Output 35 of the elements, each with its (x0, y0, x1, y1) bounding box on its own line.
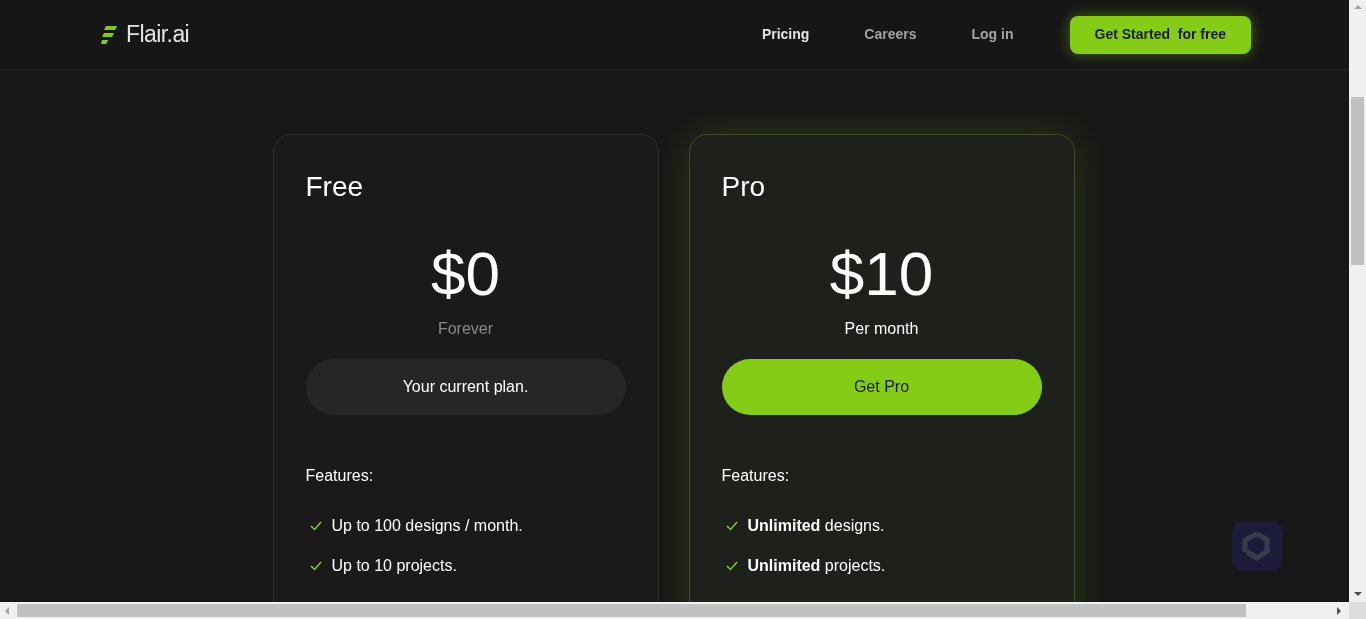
swirl-icon (1241, 530, 1273, 562)
plan-button[interactable]: Your current plan. (305, 359, 626, 415)
feature-text: Up to 100 designs / month. (331, 516, 523, 536)
feature-text: Unlimited projects. (747, 556, 886, 576)
get-started-button[interactable]: Get Started for free (1069, 15, 1251, 54)
nav-link[interactable]: Pricing (761, 24, 810, 45)
plan-name: Free (305, 171, 365, 203)
check-icon (309, 561, 322, 571)
plan-button[interactable]: Get Pro (721, 359, 1042, 415)
scroll-up-icon[interactable] (1353, 5, 1362, 9)
check-icon (725, 521, 738, 531)
plan-name: Pro (721, 171, 767, 203)
chat-widget-button[interactable] (1232, 521, 1282, 571)
plan-price: $10 (828, 241, 935, 307)
logo-text[interactable]: Flair.ai (126, 17, 190, 52)
scrollbar-corner (1349, 602, 1366, 619)
vertical-scrollbar[interactable] (1349, 0, 1366, 602)
features-heading: Features: (721, 466, 791, 486)
check-icon (725, 561, 738, 571)
feature-text: Up to 10 projects. (331, 556, 457, 576)
plan-price: $0 (430, 241, 501, 307)
feature-text: Unlimited designs. (747, 516, 885, 536)
nav-link[interactable]: Careers (864, 24, 917, 45)
scrollbar-thumb[interactable] (1351, 97, 1364, 265)
logo-icon (100, 24, 118, 45)
scroll-right-icon[interactable] (1337, 606, 1341, 615)
billing-period: Forever (436, 319, 495, 339)
features-heading: Features: (305, 466, 375, 486)
billing-period: Per month (843, 319, 920, 339)
scrollbar-thumb[interactable] (17, 604, 1246, 617)
horizontal-scrollbar[interactable] (0, 602, 1349, 619)
check-icon (309, 521, 322, 531)
nav-link[interactable]: Log in (971, 24, 1014, 45)
scroll-down-icon[interactable] (1353, 592, 1362, 596)
scroll-left-icon[interactable] (5, 606, 9, 615)
